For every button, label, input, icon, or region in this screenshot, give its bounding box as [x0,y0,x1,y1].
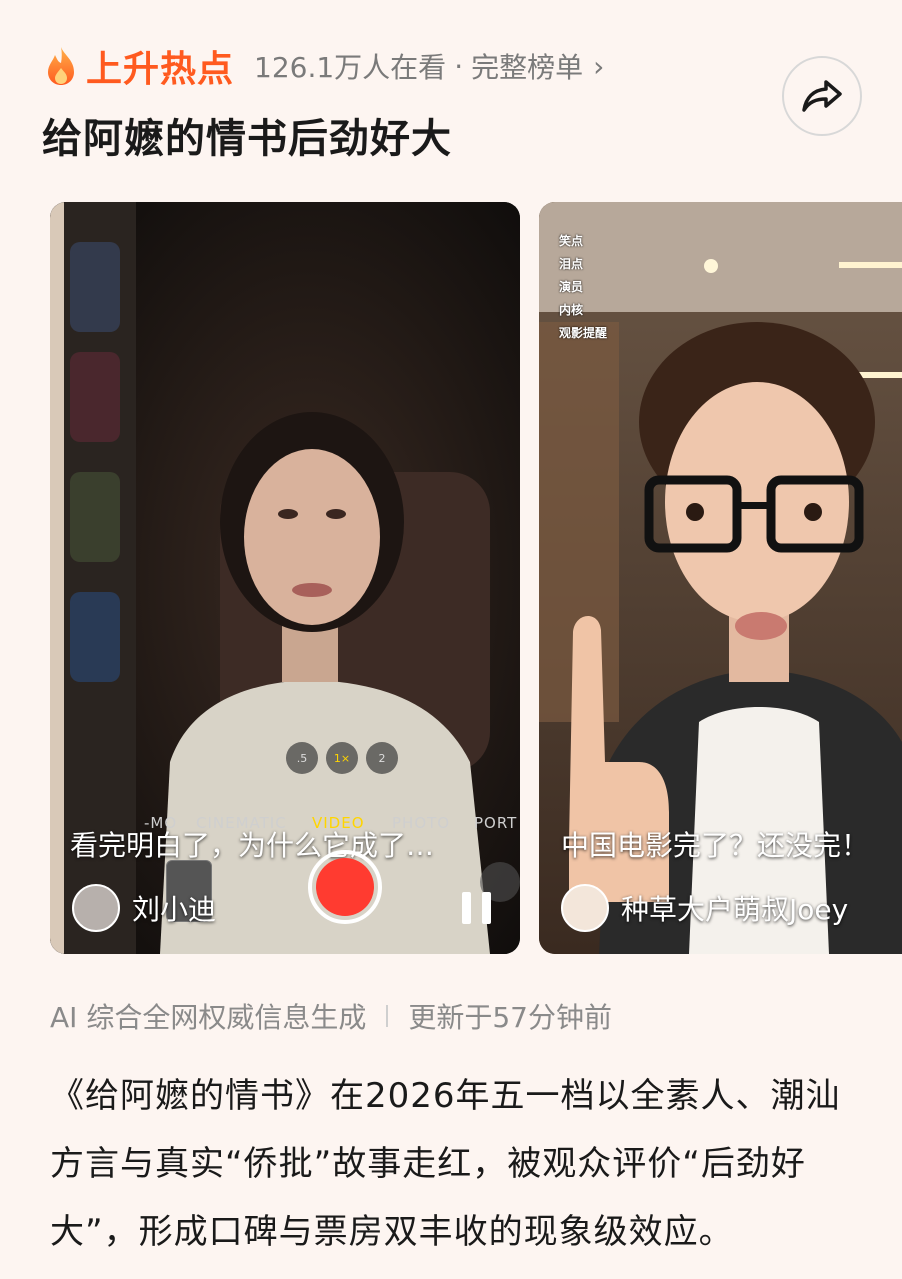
author-row-2[interactable]: 种草大户萌叔Joey [561,884,848,932]
hot-topic-header[interactable]: 上升热点 126.1万人在看 · 完整榜单 › [44,42,604,90]
chapter-tag: 内核 [559,303,584,317]
chapter-tag: 笑点 [559,234,584,248]
chapter-tag: 泪点 [559,257,584,271]
viewer-count: 126.1万人在看 [254,51,447,84]
zoom-2-button[interactable]: 2 [366,742,398,774]
source-meta: AI 综合全网权威信息生成 更新于57分钟前 [50,996,612,1036]
separator-dot: · [454,49,464,83]
share-icon [802,80,842,112]
record-button[interactable] [308,850,382,924]
video-chapter-tags: 笑点 泪点 演员 内核 观影提醒 [559,232,607,341]
author-row-1[interactable]: 刘小迪 [72,884,216,932]
zoom-0-5-button[interactable]: .5 [286,742,318,774]
flame-icon [48,47,74,85]
chapter-tag: 观影提醒 [559,326,608,340]
update-time: 更新于57分钟前 [408,1001,612,1034]
hot-topic-label: 上升热点 [86,49,235,90]
author-name-2[interactable]: 种草大户萌叔Joey [621,888,848,928]
chapter-tag: 演员 [559,280,584,294]
divider [386,1005,389,1027]
camera-mode-port[interactable]: PORT [474,814,517,832]
ai-source-label: AI 综合全网权威信息生成 [50,1001,367,1034]
video-caption-2: 中国电影完了？还没完！ [561,829,870,862]
video-card-2[interactable]: 笑点 泪点 演员 内核 观影提醒 中国电影完了？还没完！ 种草大户萌叔Joey [539,202,902,954]
share-button[interactable] [782,56,862,136]
video-caption-1: 看完明白了，为什么它成了… [70,829,435,862]
topic-summary: 《给阿嬷的情书》在2026年五一档以全素人、潮汕方言与真实“侨批”故事走红，被观… [50,1076,841,1252]
author-avatar-1[interactable] [72,884,120,932]
zoom-1x-button[interactable]: 1× [326,742,358,774]
topic-title: 给阿嬷的情书后劲好大 [42,116,452,162]
pause-icon[interactable] [460,890,494,926]
record-dot-icon [316,858,374,916]
full-list-link[interactable]: 完整榜单 [471,46,583,86]
video-card-1[interactable]: .5 1× 2 -MO CINEMATIC VIDEO PHOTO PORT 看… [50,202,520,954]
author-name-1[interactable]: 刘小迪 [132,888,216,928]
chevron-right-icon: › [593,49,605,83]
author-avatar-2[interactable] [561,884,609,932]
